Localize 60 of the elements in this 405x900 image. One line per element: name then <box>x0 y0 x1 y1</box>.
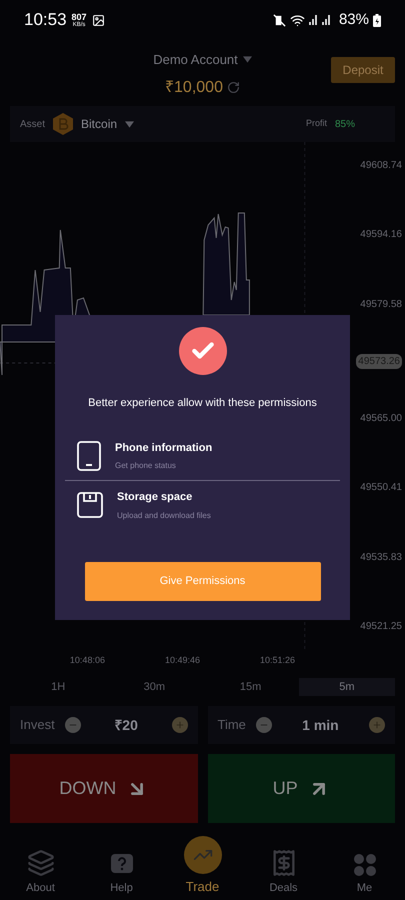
battery-percent: 83% <box>338 10 369 30</box>
stepper-label: Time <box>218 716 246 734</box>
network-speed: 807 <box>72 12 87 22</box>
give-permissions-button[interactable]: Give Permissions <box>84 562 320 600</box>
price-label: 49594.16 <box>360 228 402 242</box>
plus-icon <box>174 720 184 730</box>
price-label: 49550.41 <box>360 481 402 496</box>
image-icon <box>92 14 105 26</box>
price-label: 49535.83 <box>360 550 402 565</box>
timeframe-tab[interactable]: 30m <box>106 678 202 696</box>
permission-subtitle: Get phone status <box>115 460 177 472</box>
asset-label: Asset <box>20 118 46 132</box>
timeframe-tab[interactable]: 1H <box>10 678 106 696</box>
nav-tab[interactable]: Help <box>81 852 162 896</box>
account-selector[interactable]: Demo Account <box>153 50 238 70</box>
stepper-label: Invest <box>20 716 55 734</box>
dialog-title: Better experience allow with these permissions <box>88 396 317 411</box>
caret-icon <box>125 120 134 128</box>
nav-tab[interactable]: Deals <box>243 848 324 896</box>
mute-icon <box>272 14 286 26</box>
layers-icon <box>26 848 54 876</box>
time-label: 10:48:06 <box>70 654 105 668</box>
permission-title: Phone information <box>115 440 212 456</box>
time-label: 10:49:46 <box>164 654 200 668</box>
refresh-icon[interactable] <box>226 81 240 94</box>
permission-subtitle: Upload and download files <box>117 510 211 522</box>
stepper-value: ₹20 <box>113 716 139 734</box>
profit-label: Profit <box>306 117 327 130</box>
plus-icon <box>372 720 382 730</box>
phone-icon <box>77 440 101 471</box>
minus-button[interactable] <box>64 717 81 733</box>
wifi-icon <box>290 12 305 28</box>
time-label: 10:51:26 <box>260 654 296 668</box>
grid-icon <box>352 852 376 876</box>
price-label: 49565.00 <box>360 412 402 426</box>
account-balance: ₹10,000 <box>165 78 223 98</box>
nav-tab[interactable]: About <box>0 848 81 896</box>
deposit-button[interactable]: Deposit <box>331 57 395 83</box>
check-icon <box>178 327 226 375</box>
battery-icon <box>373 14 381 26</box>
plus-button[interactable] <box>172 717 188 733</box>
clock-time: 10:53 <box>24 9 67 32</box>
plus-button[interactable] <box>369 717 385 733</box>
permission-title: Storage space <box>117 490 194 505</box>
minus-button[interactable] <box>256 717 272 733</box>
timeframe-tab[interactable]: 15m <box>202 678 299 696</box>
price-label: 49521.25 <box>360 620 402 634</box>
nav-tab[interactable]: Trade <box>162 836 243 896</box>
caret-icon <box>242 56 252 64</box>
stepper-value: 1 min <box>301 716 340 734</box>
up-button[interactable]: UP <box>208 754 395 823</box>
price-label: 49608.74 <box>360 159 402 173</box>
nav-tab[interactable]: Me <box>324 852 405 896</box>
profit-value: 85% <box>334 118 355 132</box>
asset-name[interactable]: Bitcoin <box>81 115 118 133</box>
down-button[interactable]: DOWN <box>10 754 198 823</box>
chart-icon <box>184 836 222 874</box>
bitcoin-icon <box>53 113 74 135</box>
timeframe-tab[interactable]: 5m <box>298 678 395 696</box>
price-label: 49579.58 <box>360 298 402 312</box>
